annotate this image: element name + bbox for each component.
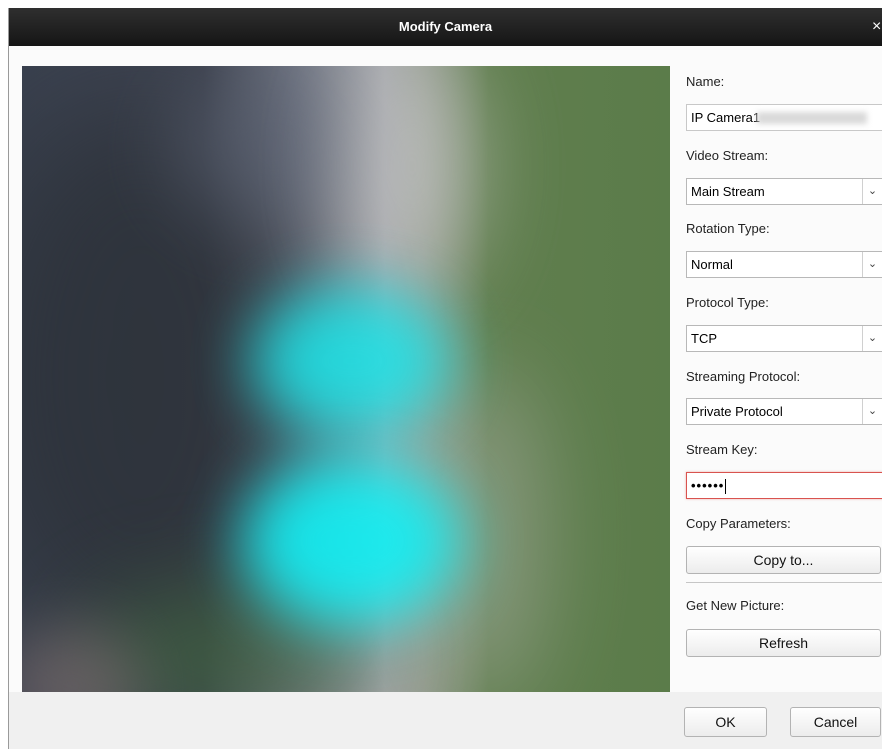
streaming-protocol-select[interactable]: Private Protocol ⌄ <box>686 398 882 425</box>
chevron-down-icon[interactable]: ⌄ <box>862 326 882 351</box>
cancel-button[interactable]: Cancel <box>790 707 881 737</box>
name-field[interactable]: IP Camera1 <box>686 104 882 131</box>
chevron-down-icon[interactable]: ⌄ <box>862 399 882 424</box>
name-label: Name: <box>686 74 725 89</box>
modify-camera-dialog: Modify Camera × Name: IP Camera1 Video S… <box>8 8 882 749</box>
close-icon[interactable]: × <box>872 17 882 37</box>
copy-to-button[interactable]: Copy to... <box>686 546 881 574</box>
rotation-type-value: Normal <box>691 257 733 272</box>
streaming-protocol-value: Private Protocol <box>691 404 783 419</box>
dialog-title: Modify Camera <box>398 19 493 34</box>
chevron-down-icon[interactable]: ⌄ <box>862 252 882 277</box>
text-cursor <box>725 479 727 495</box>
video-stream-label: Video Stream: <box>686 148 769 163</box>
video-stream-select[interactable]: Main Stream ⌄ <box>686 178 882 205</box>
ok-button[interactable]: OK <box>684 707 767 737</box>
redacted-text <box>757 112 867 124</box>
stream-key-value: •••••• <box>691 478 725 493</box>
streaming-protocol-label: Streaming Protocol: <box>686 369 801 384</box>
protocol-type-select[interactable]: TCP ⌄ <box>686 325 882 352</box>
name-value: IP Camera1 <box>691 110 761 125</box>
video-stream-value: Main Stream <box>691 184 765 199</box>
copy-parameters-label: Copy Parameters: <box>686 516 791 531</box>
chevron-down-icon[interactable]: ⌄ <box>862 179 882 204</box>
stream-key-label: Stream Key: <box>686 442 758 457</box>
refresh-button[interactable]: Refresh <box>686 629 881 657</box>
protocol-type-value: TCP <box>691 331 717 346</box>
rotation-type-label: Rotation Type: <box>686 221 770 236</box>
camera-preview-image <box>22 66 670 692</box>
divider <box>686 582 882 583</box>
stream-key-field[interactable]: •••••• <box>686 472 882 499</box>
rotation-type-select[interactable]: Normal ⌄ <box>686 251 882 278</box>
protocol-type-label: Protocol Type: <box>686 295 769 310</box>
get-new-picture-label: Get New Picture: <box>686 598 785 613</box>
title-bar[interactable]: Modify Camera × <box>9 8 882 46</box>
